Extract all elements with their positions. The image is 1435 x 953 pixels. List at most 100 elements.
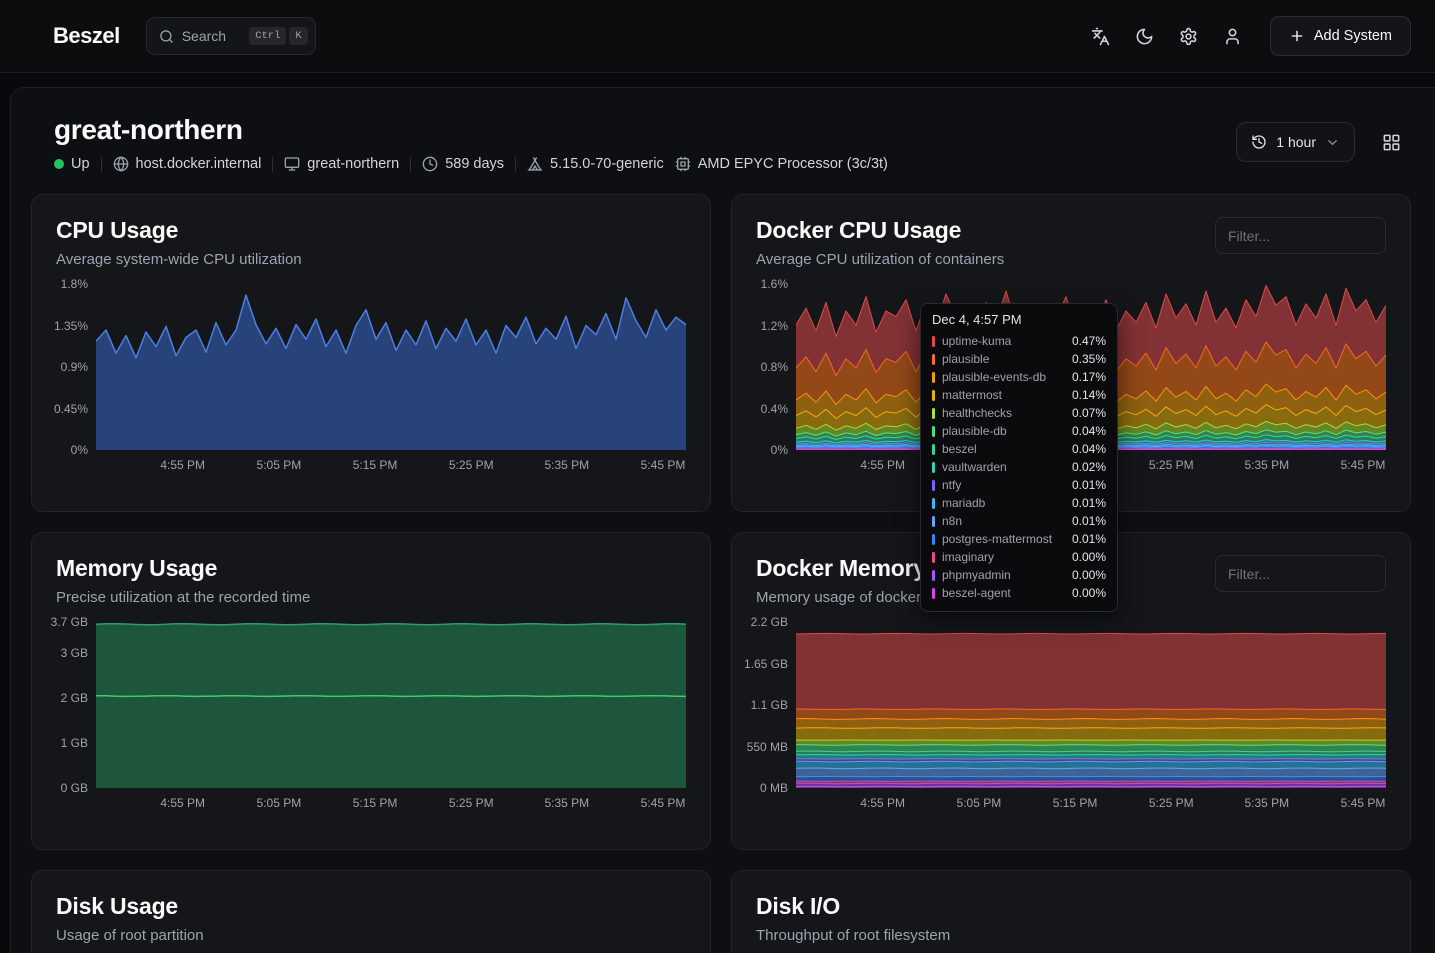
tooltip-row: plausible 0.35% — [932, 350, 1106, 368]
series-value: 0.17% — [1072, 370, 1106, 384]
x-axis-tick: 5:15 PM — [1053, 796, 1098, 810]
series-color-swatch — [932, 570, 935, 581]
status-dot-icon — [54, 159, 64, 169]
series-name: phpmyadmin — [942, 568, 1011, 582]
series-name: plausible — [942, 352, 989, 366]
x-axis-tick: 4:55 PM — [860, 796, 905, 810]
series-color-swatch — [932, 480, 935, 491]
series-value: 0.00% — [1072, 568, 1106, 582]
series-name: plausible-events-db — [942, 370, 1046, 384]
tooltip-row: plausible-events-db 0.17% — [932, 368, 1106, 386]
language-button[interactable] — [1082, 17, 1120, 55]
monitor-icon — [284, 156, 300, 172]
languages-icon — [1091, 27, 1110, 46]
y-axis-tick: 0 GB — [61, 781, 88, 795]
docker-cpu-usage-card: Docker CPU Usage Average CPU utilization… — [731, 194, 1411, 512]
add-system-button[interactable]: Add System — [1270, 16, 1411, 56]
chevron-down-icon — [1325, 135, 1340, 150]
series-value: 0.01% — [1072, 496, 1106, 510]
memory-usage-chart: 3.7 GB3 GB2 GB1 GB0 GB 4:55 PM5:05 PM5:1… — [56, 622, 686, 812]
meta-separator — [410, 157, 411, 172]
settings-button[interactable] — [1170, 17, 1208, 55]
y-axis-tick: 1.35% — [54, 319, 88, 333]
x-axis-tick: 5:25 PM — [1149, 458, 1194, 472]
user-menu-button[interactable] — [1214, 17, 1252, 55]
system-meta: Up host.docker.internal great-northern — [54, 156, 888, 172]
series-color-swatch — [932, 444, 935, 455]
series-value: 0.01% — [1072, 514, 1106, 528]
x-axis-tick: 5:15 PM — [353, 458, 398, 472]
system-name: great-northern — [54, 114, 888, 146]
x-axis: 4:55 PM5:05 PM5:15 PM5:25 PM5:35 PM5:45 … — [96, 788, 686, 812]
series-name: plausible-db — [942, 424, 1007, 438]
x-axis-tick: 5:25 PM — [449, 458, 494, 472]
theme-toggle-button[interactable] — [1126, 17, 1164, 55]
card-subtitle: Average system-wide CPU utilization — [56, 251, 302, 268]
series-name: ntfy — [942, 478, 961, 492]
series-name: postgres-mattermost — [942, 532, 1052, 546]
x-axis-tick: 5:35 PM — [1244, 458, 1289, 472]
y-axis-tick: 0.45% — [54, 402, 88, 416]
y-axis-tick: 1.65 GB — [744, 657, 788, 671]
tooltip-row: mariadb 0.01% — [932, 494, 1106, 512]
y-axis-tick: 1 GB — [61, 736, 88, 750]
tooltip-row: mattermost0.14% — [932, 386, 1106, 404]
meta-separator — [101, 157, 102, 172]
uptime-label: 589 days — [445, 156, 504, 172]
meta-separator — [272, 157, 273, 172]
system-uptime: 589 days — [422, 156, 504, 172]
disk-usage-card: Disk Usage Usage of root partition — [31, 870, 711, 953]
y-axis: 2.2 GB1.65 GB1.1 GB550 MB0 MB — [756, 622, 796, 788]
series-name: vaultwarden — [942, 460, 1007, 474]
series-color-swatch — [932, 534, 935, 545]
kbd-k: K — [289, 27, 307, 45]
series-name: mariadb — [942, 496, 985, 510]
search-input[interactable]: Search Ctrl K — [146, 17, 316, 55]
x-axis-tick: 5:35 PM — [1244, 796, 1289, 810]
system-hostname: host.docker.internal — [113, 156, 262, 172]
card-subtitle: Throughput of root filesystem — [756, 927, 950, 944]
cpu-icon — [675, 156, 691, 172]
cpu-usage-chart: 1.8%1.35%0.9%0.45%0% 4:55 PM5:05 PM5:15 … — [56, 284, 686, 474]
x-axis-tick: 4:55 PM — [860, 458, 905, 472]
uptime-icon — [422, 156, 438, 172]
chart-plot-area[interactable] — [96, 622, 686, 788]
x-axis-tick: 5:35 PM — [544, 458, 589, 472]
series-color-swatch — [932, 552, 935, 563]
x-axis-tick: 4:55 PM — [160, 458, 205, 472]
tooltip-row: beszel0.04% — [932, 440, 1106, 458]
series-value: 0.35% — [1072, 352, 1106, 366]
card-title: Disk Usage — [56, 893, 204, 920]
layout-grid-icon — [1382, 133, 1401, 152]
series-color-swatch — [932, 588, 935, 599]
status-label: Up — [71, 156, 90, 172]
system-cpu-model: AMD EPYC Processor (3c/3t) — [675, 156, 888, 172]
x-axis-tick: 5:15 PM — [353, 796, 398, 810]
docker-memory-filter-input[interactable] — [1215, 555, 1386, 592]
kernel-label: 5.15.0-70-generic — [550, 156, 664, 172]
header-controls: 1 hour — [1236, 114, 1411, 162]
series-color-swatch — [932, 426, 935, 437]
tooltip-row: vaultwarden0.02% — [932, 458, 1106, 476]
add-system-label: Add System — [1314, 28, 1392, 44]
series-name: imaginary — [942, 550, 994, 564]
docker-cpu-filter-input[interactable] — [1215, 217, 1386, 254]
cpu-usage-card: CPU Usage Average system-wide CPU utiliz… — [31, 194, 711, 512]
series-color-swatch — [932, 462, 935, 473]
series-value: 0.07% — [1072, 406, 1106, 420]
tooltip-row: n8n 0.01% — [932, 512, 1106, 530]
chart-plot-area[interactable] — [796, 622, 1386, 788]
disk-io-card: Disk I/O Throughput of root filesystem — [731, 870, 1411, 953]
series-name: n8n — [942, 514, 962, 528]
hostname-label: host.docker.internal — [136, 156, 262, 172]
x-axis: 4:55 PM5:05 PM5:15 PM5:25 PM5:35 PM5:45 … — [96, 450, 686, 474]
y-axis-tick: 3.7 GB — [51, 615, 88, 629]
cards-grid: CPU Usage Average system-wide CPU utiliz… — [31, 194, 1411, 953]
tooltip-rows: uptime-kuma0.47%plausible0.35%plausible-… — [932, 332, 1106, 602]
time-range-select[interactable]: 1 hour — [1236, 122, 1355, 162]
app-logo[interactable]: Beszel — [53, 23, 120, 49]
y-axis-tick: 0% — [71, 443, 88, 457]
y-axis-tick: 0.4% — [761, 402, 788, 416]
layout-grid-button[interactable] — [1371, 122, 1411, 162]
chart-plot-area[interactable] — [96, 284, 686, 450]
